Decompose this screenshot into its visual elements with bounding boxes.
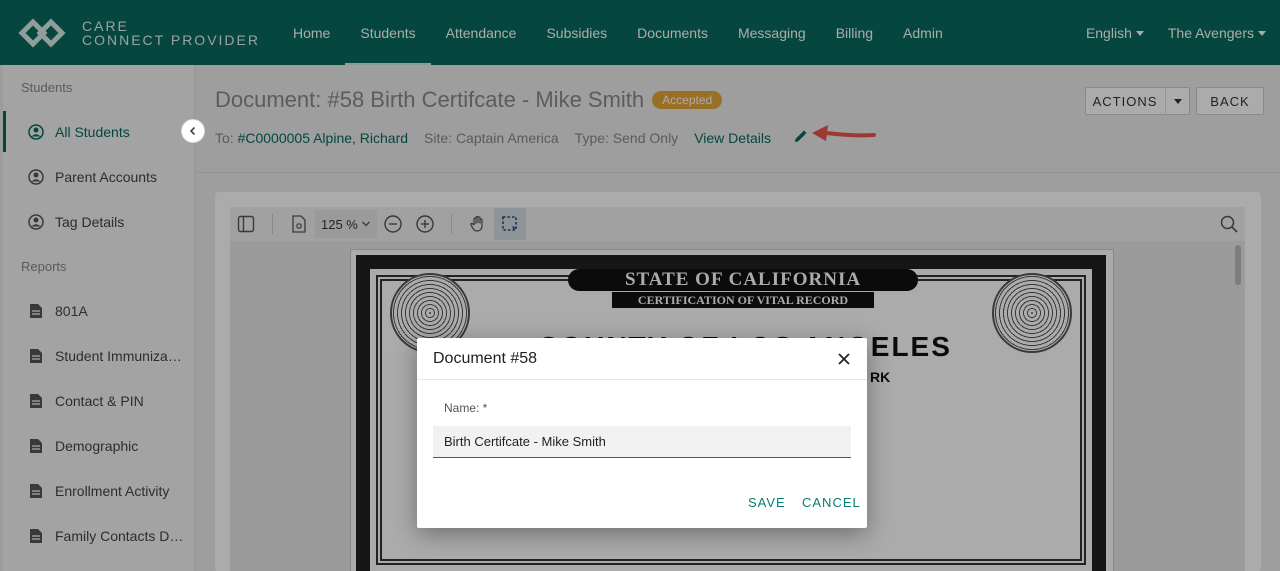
sidebar-collapse-button[interactable] bbox=[181, 119, 205, 143]
save-button[interactable]: SAVE bbox=[748, 495, 786, 510]
close-icon[interactable] bbox=[835, 350, 853, 368]
edit-document-dialog: Document #58 Name: * SAVE CANCEL bbox=[417, 338, 867, 528]
name-input[interactable] bbox=[433, 426, 851, 458]
dialog-header: Document #58 bbox=[417, 338, 867, 380]
cancel-button[interactable]: CANCEL bbox=[802, 495, 861, 510]
chevron-left-icon bbox=[189, 126, 196, 136]
name-field-label: Name: * bbox=[444, 401, 488, 415]
dialog-title: Document #58 bbox=[433, 349, 538, 367]
